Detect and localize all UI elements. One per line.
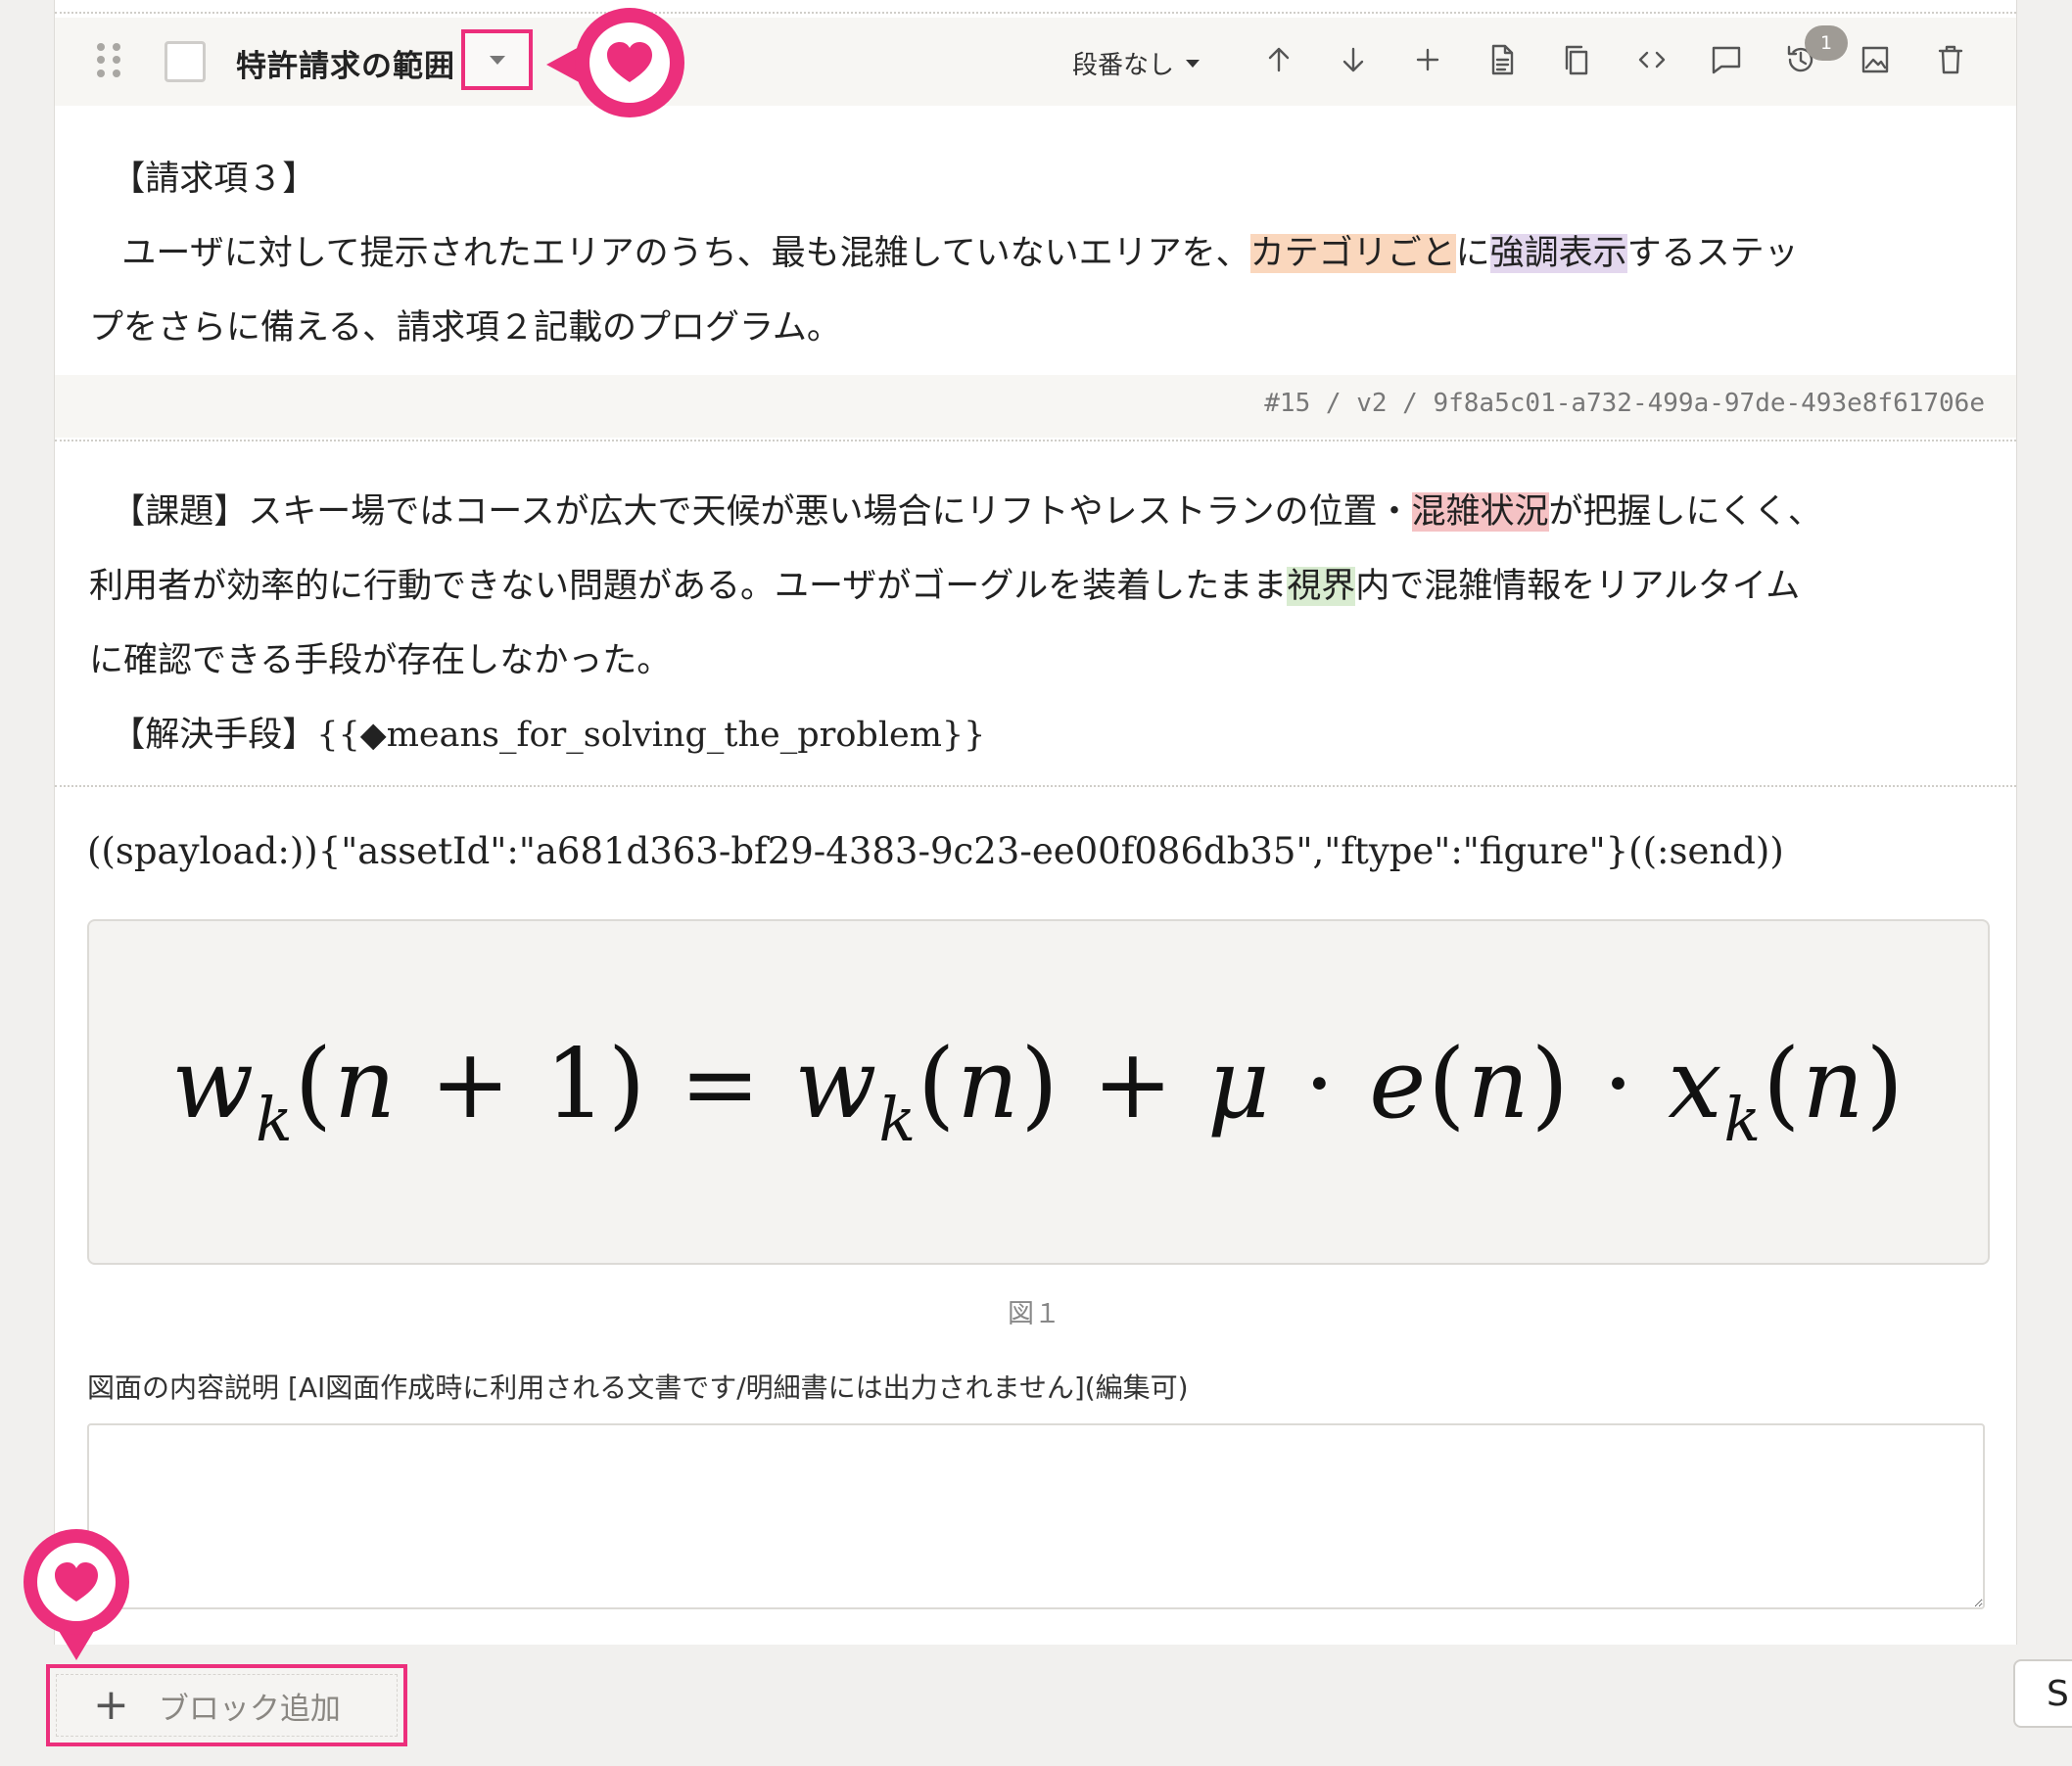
claim-text[interactable]: 【請求項３】 ユーザに対して提示されたエリアのうち、最も混雑していないエリアを、… [89, 142, 2008, 365]
move-down-button[interactable] [1333, 39, 1374, 80]
image-icon [1861, 46, 1889, 73]
editor-page: 特許請求の範囲 段番なし 1 【請求項３】 ユーザに対して提示されたエリアのうち… [54, 0, 2017, 1645]
abstract-text-segment: 内で混雑情報をリアルタイム [1355, 567, 1801, 606]
divider [55, 440, 2016, 442]
highlight-purple: 強調表示 [1489, 234, 1627, 273]
heart-marker-icon [546, 8, 684, 117]
numbering-label: 段番なし [1072, 51, 1175, 80]
add-block-button[interactable]: + ブロック追加 [46, 1664, 407, 1746]
block-version-id: #15 / v2 / 9f8a5c01-a732-499a-97de-493e8… [1264, 389, 1985, 418]
abstract-text[interactable]: 【課題】スキー場ではコースが広大で天候が悪い場合にリフトやレストランの位置・混雑… [89, 475, 2008, 772]
figure-description-label: 図面の内容説明 [AI図面作成時に利用される文書です/明細書には出力されません]… [87, 1371, 1189, 1404]
highlight-orange: カテゴリごと [1249, 234, 1456, 273]
divider [55, 785, 2016, 787]
numbering-select[interactable]: 段番なし [1072, 45, 1201, 81]
image-button[interactable] [1855, 39, 1896, 80]
drag-handle-icon[interactable] [97, 43, 122, 78]
plus-icon: + [93, 1680, 129, 1730]
block-toolbar: 特許請求の範囲 段番なし 1 [55, 18, 2016, 106]
figure-description-input[interactable] [87, 1423, 1985, 1609]
arrow-down-icon [1342, 47, 1364, 72]
copy-icon [1565, 45, 1588, 75]
trash-icon [1938, 45, 1963, 74]
claim-text-segment: ユーザに対して提示されたエリアのうち、最も混雑していないエリアを、 [121, 234, 1250, 273]
delete-button[interactable] [1930, 39, 1971, 80]
block-type-title: 特許請求の範囲 [236, 49, 455, 84]
abstract-text-segment: が把握しにくく、 [1548, 492, 1822, 532]
block-meta-bar: #15 / v2 / 9f8a5c01-a732-499a-97de-493e8… [55, 375, 2016, 438]
code-icon [1638, 51, 1666, 69]
history-count-badge: 1 [1805, 25, 1848, 61]
claim-text-segment: に [1455, 234, 1490, 273]
side-button[interactable]: S [2013, 1659, 2072, 1728]
move-up-button[interactable] [1258, 39, 1299, 80]
chevron-down-icon [489, 55, 505, 65]
add-button[interactable] [1407, 39, 1448, 80]
abstract-text-segment: 利用者が効率的に行動できない問題がある。ユーザがゴーグルを装着したまま [89, 567, 1288, 606]
arrow-up-icon [1268, 47, 1290, 72]
figure-formula: wk(n + 1) = wk(n) + μ · e(n) · xk(n) [171, 1029, 1906, 1155]
abstract-text-segment: 【課題】スキー場ではコースが広大で天候が悪い場合にリフトやレストランの位置・ [111, 492, 1412, 532]
figure-caption: 図１ [1008, 1299, 1060, 1329]
highlight-red: 混雑状況 [1411, 492, 1549, 532]
code-button[interactable] [1631, 39, 1672, 80]
figure-image[interactable]: wk(n + 1) = wk(n) + μ · e(n) · xk(n) [87, 919, 1990, 1265]
block-checkbox[interactable] [165, 41, 206, 82]
copy-button[interactable] [1556, 39, 1597, 80]
chevron-down-icon [1186, 59, 1201, 68]
claim-text-segment: プをさらに備える、請求項２記載のプログラム。 [89, 308, 841, 348]
figure-payload-text[interactable]: ((spayload:)){"assetId":"a681d363-bf29-4… [87, 830, 1784, 872]
document-icon [1491, 44, 1514, 75]
plus-icon [1416, 48, 1439, 71]
claim-heading: 【請求項３】 [111, 160, 317, 199]
highlight-green: 視界 [1287, 567, 1356, 606]
add-block-label: ブロック追加 [158, 1691, 341, 1727]
comment-icon [1712, 46, 1741, 74]
divider [55, 12, 2016, 14]
block-type-dropdown[interactable] [461, 29, 533, 90]
comment-button[interactable] [1706, 39, 1747, 80]
claim-text-segment: するステッ [1626, 234, 1799, 273]
solution-placeholder: 【解決手段】{{◆means_for_solving_the_problem}} [111, 716, 986, 755]
heart-marker-icon [24, 1529, 129, 1660]
document-button[interactable] [1482, 39, 1523, 80]
abstract-text-segment: に確認できる手段が存在しなかった。 [89, 641, 672, 680]
